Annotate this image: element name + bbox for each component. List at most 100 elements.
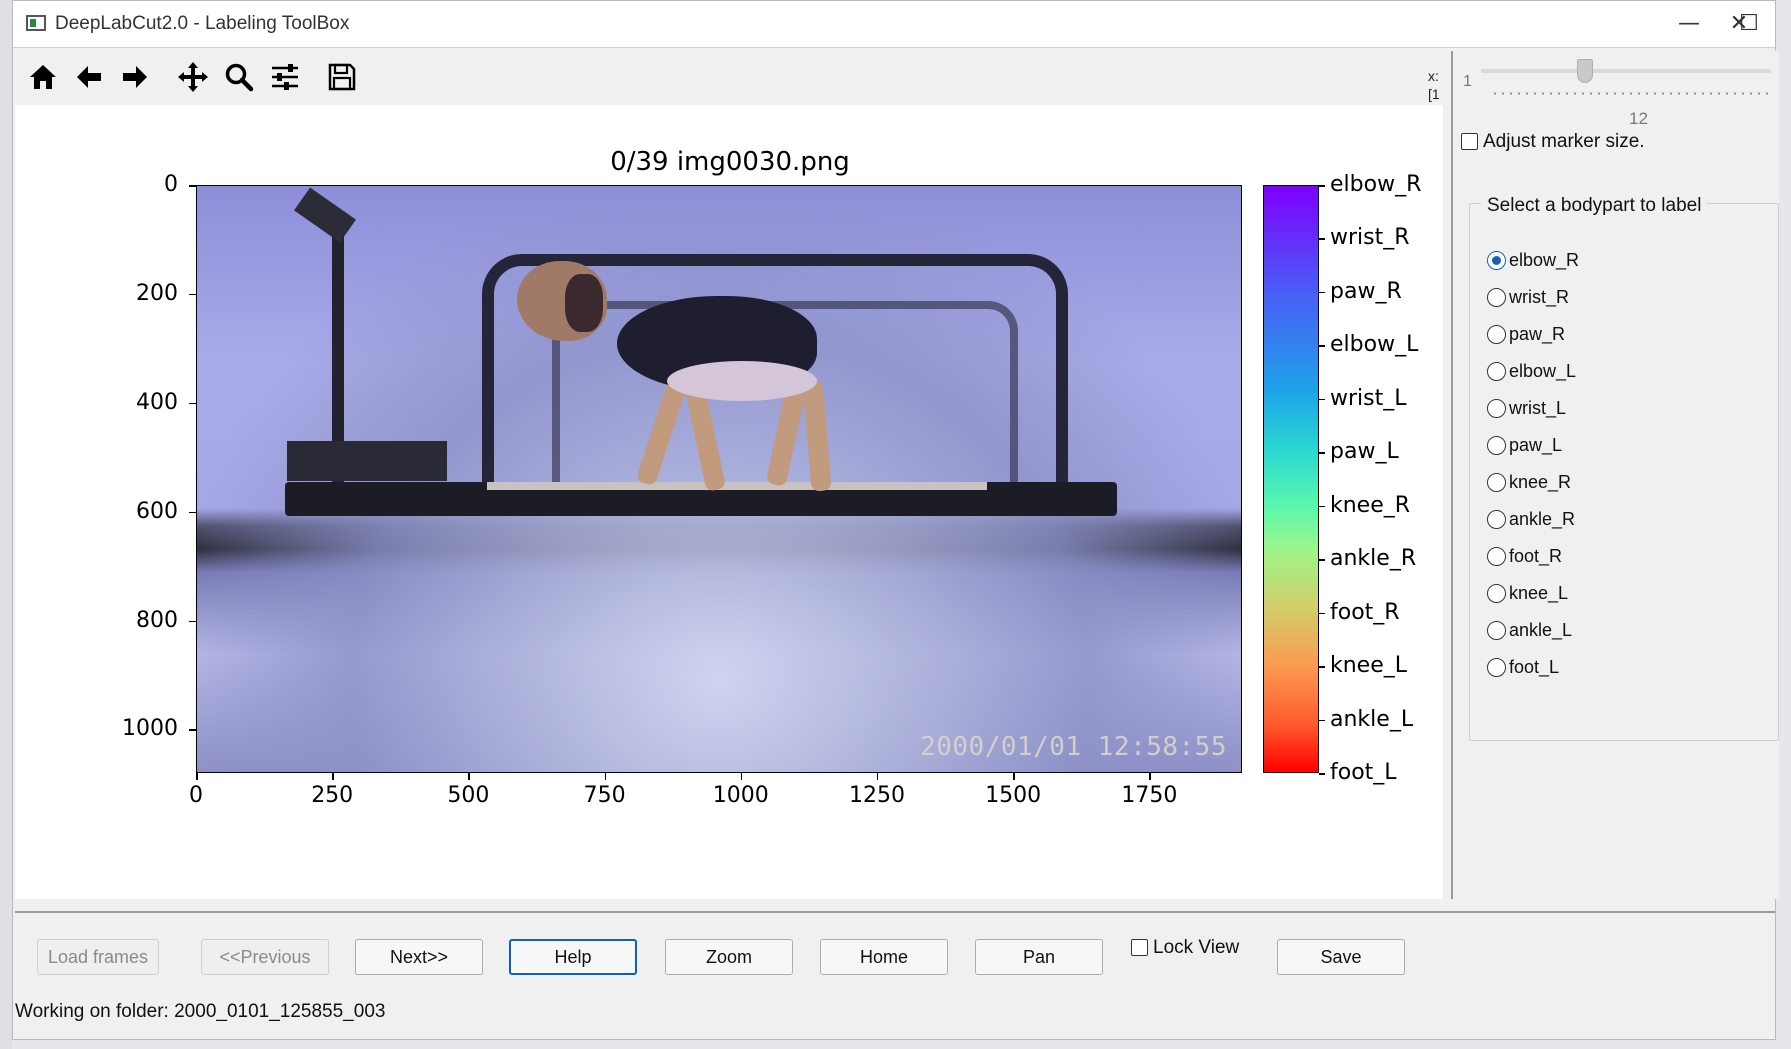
- x-axis-tick-label: 1250: [848, 783, 905, 808]
- bodypart-radio-label[interactable]: foot_R: [1509, 546, 1562, 567]
- status-bar-text: Working on folder: 2000_0101_125855_003: [15, 1001, 386, 1022]
- bodypart-radio-label[interactable]: elbow_R: [1509, 250, 1579, 271]
- bodypart-radio-elbow-l[interactable]: [1487, 362, 1506, 381]
- x-axis-tick: [1013, 773, 1015, 780]
- colorbar-tick: [1319, 452, 1325, 454]
- zoom-button[interactable]: Zoom: [665, 939, 793, 975]
- x-axis-tick-label: 1500: [985, 783, 1042, 808]
- y-axis-tick: [189, 620, 196, 623]
- colorbar-tick: [1319, 185, 1325, 187]
- pan-move-icon[interactable]: [173, 57, 213, 97]
- figure-title: 0/39 img0030.png: [610, 147, 850, 177]
- bodypart-radio-label[interactable]: ankle_L: [1509, 620, 1572, 641]
- x-axis-tick: [1149, 773, 1151, 780]
- x-axis-tick: [740, 773, 743, 780]
- colorbar-label: wrist_R: [1330, 225, 1410, 251]
- window-title: DeepLabCut2.0 - Labeling ToolBox: [55, 13, 350, 34]
- adjust-marker-label: Adjust marker size.: [1483, 131, 1645, 152]
- forward-arrow-icon[interactable]: [115, 57, 155, 97]
- configure-subplots-icon[interactable]: [265, 57, 305, 97]
- close-button[interactable]: ✕: [1711, 9, 1767, 39]
- colorbar-label: elbow_L: [1330, 332, 1419, 358]
- bodypart-radio-label[interactable]: wrist_R: [1509, 287, 1569, 308]
- colorbar-tick: [1319, 238, 1325, 240]
- bodypart-radio-label[interactable]: wrist_L: [1509, 398, 1566, 419]
- bodypart-radio-label[interactable]: knee_L: [1509, 583, 1568, 604]
- next-button[interactable]: Next>>: [355, 939, 483, 975]
- colorbar-label: knee_L: [1330, 653, 1408, 679]
- colorbar-tick: [1319, 505, 1325, 508]
- bodypart-radio-elbow-r[interactable]: [1487, 251, 1506, 270]
- lock-view-checkbox[interactable]: [1131, 939, 1148, 956]
- marker-size-slider[interactable]: [1481, 69, 1771, 73]
- home-button[interactable]: Home: [820, 939, 948, 975]
- title-bar: DeepLabCut2.0 - Labeling ToolBox — ☐ ✕: [13, 1, 1775, 48]
- bodypart-radio-foot-l[interactable]: [1487, 658, 1506, 677]
- bodypart-radio-label[interactable]: elbow_L: [1509, 361, 1576, 382]
- slider-ticks: [1491, 91, 1771, 96]
- bodypart-radio-foot-r[interactable]: [1487, 547, 1506, 566]
- video-timestamp: 2000/01/01 12:58:55: [920, 732, 1227, 762]
- lock-view-label: Lock View: [1153, 937, 1240, 958]
- help-button[interactable]: Help: [509, 939, 637, 975]
- y-axis-tick-label: 600: [136, 498, 178, 524]
- zoom-magnifier-icon[interactable]: [219, 57, 259, 97]
- bodypart-radio-knee-r[interactable]: [1487, 473, 1506, 492]
- bodypart-radio-label[interactable]: knee_R: [1509, 472, 1571, 493]
- dog-belly: [667, 361, 817, 401]
- labeling-toolbox-window: DeepLabCut2.0 - Labeling ToolBox — ☐ ✕ x…: [12, 0, 1779, 1040]
- matplotlib-toolbar: x: [1: [15, 51, 1443, 105]
- bodypart-radio-label[interactable]: paw_L: [1509, 435, 1562, 456]
- bodypart-radio-ankle-l[interactable]: [1487, 621, 1506, 640]
- slider-min-label: 1: [1463, 73, 1472, 90]
- previous-button[interactable]: <<Previous: [201, 939, 329, 975]
- bodypart-radio-wrist-r[interactable]: [1487, 288, 1506, 307]
- side-panel: 1 12 Adjust marker size. Select a bodypa…: [1451, 51, 1779, 899]
- bodypart-radio-label[interactable]: ankle_R: [1509, 509, 1575, 530]
- minimize-button[interactable]: —: [1661, 9, 1717, 39]
- treadmill-motor: [287, 441, 447, 481]
- colorbar-tick: [1319, 719, 1325, 722]
- background-window-strip: [0, 0, 12, 1049]
- colorbar-label: ankle_R: [1330, 546, 1417, 572]
- colorbar-label: foot_L: [1330, 760, 1397, 785]
- x-axis-tick-label: 1750: [1121, 783, 1178, 808]
- frame-image[interactable]: 2000/01/01 12:58:55: [196, 185, 1242, 773]
- adjust-marker-checkbox[interactable]: [1461, 133, 1478, 150]
- x-axis-tick: [604, 773, 607, 780]
- bodypart-radio-wrist-l[interactable]: [1487, 399, 1506, 418]
- colorbar-tick: [1319, 345, 1325, 347]
- colorbar-tick: [1319, 398, 1325, 401]
- y-axis-tick: [189, 511, 196, 514]
- x-axis-tick-label: 500: [447, 783, 490, 808]
- load-frames-button[interactable]: Load frames: [37, 939, 159, 975]
- colorbar-tick: [1319, 291, 1325, 294]
- x-axis-tick-label: 1000: [712, 783, 769, 808]
- app-icon: [26, 15, 46, 31]
- bodypart-radio-ankle-r[interactable]: [1487, 510, 1506, 529]
- x-axis-tick: [876, 773, 879, 780]
- bodypart-radio-paw-r[interactable]: [1487, 325, 1506, 344]
- slider-value: 12: [1629, 109, 1648, 128]
- slider-handle[interactable]: [1577, 59, 1593, 83]
- colorbar-label: paw_R: [1330, 278, 1402, 304]
- bodypart-radio-paw-l[interactable]: [1487, 436, 1506, 455]
- coords-line-1: x:: [1428, 68, 1439, 84]
- bodypart-radio-knee-l[interactable]: [1487, 584, 1506, 603]
- colorbar-tick: [1319, 612, 1325, 615]
- save-button[interactable]: Save: [1277, 939, 1405, 975]
- cursor-coordinates: x: [1: [1428, 67, 1440, 103]
- x-axis-tick: [196, 773, 198, 780]
- y-axis-tick: [189, 402, 196, 405]
- bodypart-radio-label[interactable]: foot_L: [1509, 657, 1559, 678]
- x-axis-tick-label: 0: [189, 783, 203, 808]
- save-floppy-icon[interactable]: [322, 57, 362, 97]
- colorbar-label: wrist_L: [1330, 385, 1407, 411]
- bodypart-radio-label[interactable]: paw_R: [1509, 324, 1565, 345]
- treadmill-deck: [487, 482, 987, 490]
- back-arrow-icon[interactable]: [69, 57, 109, 97]
- y-axis-tick: [189, 293, 196, 296]
- home-icon[interactable]: [23, 57, 63, 97]
- pan-button[interactable]: Pan: [975, 939, 1103, 975]
- bodypart-group-title: Select a bodypart to label: [1481, 195, 1708, 217]
